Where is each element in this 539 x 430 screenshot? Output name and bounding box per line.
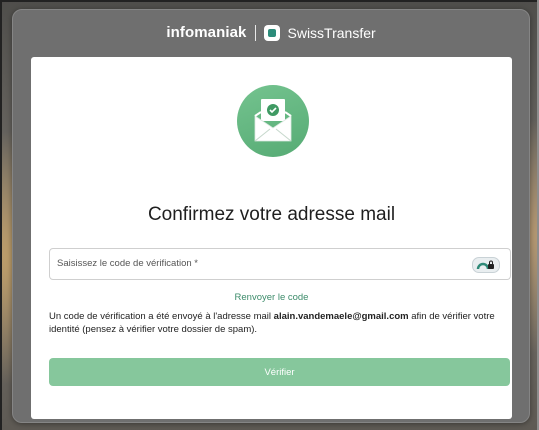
- modal-header: infomaniak SwissTransfer: [13, 10, 529, 55]
- password-manager-icon[interactable]: [472, 257, 500, 273]
- resend-code-link[interactable]: Renvoyer le code: [31, 292, 512, 303]
- verification-info-text: Un code de vérification a été envoyé à l…: [49, 310, 511, 336]
- swisstransfer-logo-icon: [263, 24, 280, 41]
- info-text-start: Un code de vérification a été envoyé à l…: [49, 311, 274, 322]
- verification-code-label: Saisissez le code de vérification *: [57, 258, 198, 269]
- verification-code-input[interactable]: Saisissez le code de vérification *: [49, 248, 511, 280]
- header-separator: [254, 24, 256, 41]
- window-top-edge: [0, 0, 539, 2]
- info-email: alain.vandemaele@gmail.com: [273, 311, 409, 322]
- envelope-check-icon: [237, 85, 309, 157]
- window-left-edge: [0, 0, 2, 430]
- confirm-card: Confirmez votre adresse mail Saisissez l…: [31, 57, 512, 419]
- swisstransfer-name: SwissTransfer: [287, 24, 376, 41]
- verification-modal: infomaniak SwissTransfer Confirmez votre…: [12, 9, 530, 423]
- page-title: Confirmez votre adresse mail: [147, 204, 396, 225]
- verify-button[interactable]: Vérifier: [49, 358, 510, 386]
- infomaniak-brand: infomaniak: [166, 24, 247, 41]
